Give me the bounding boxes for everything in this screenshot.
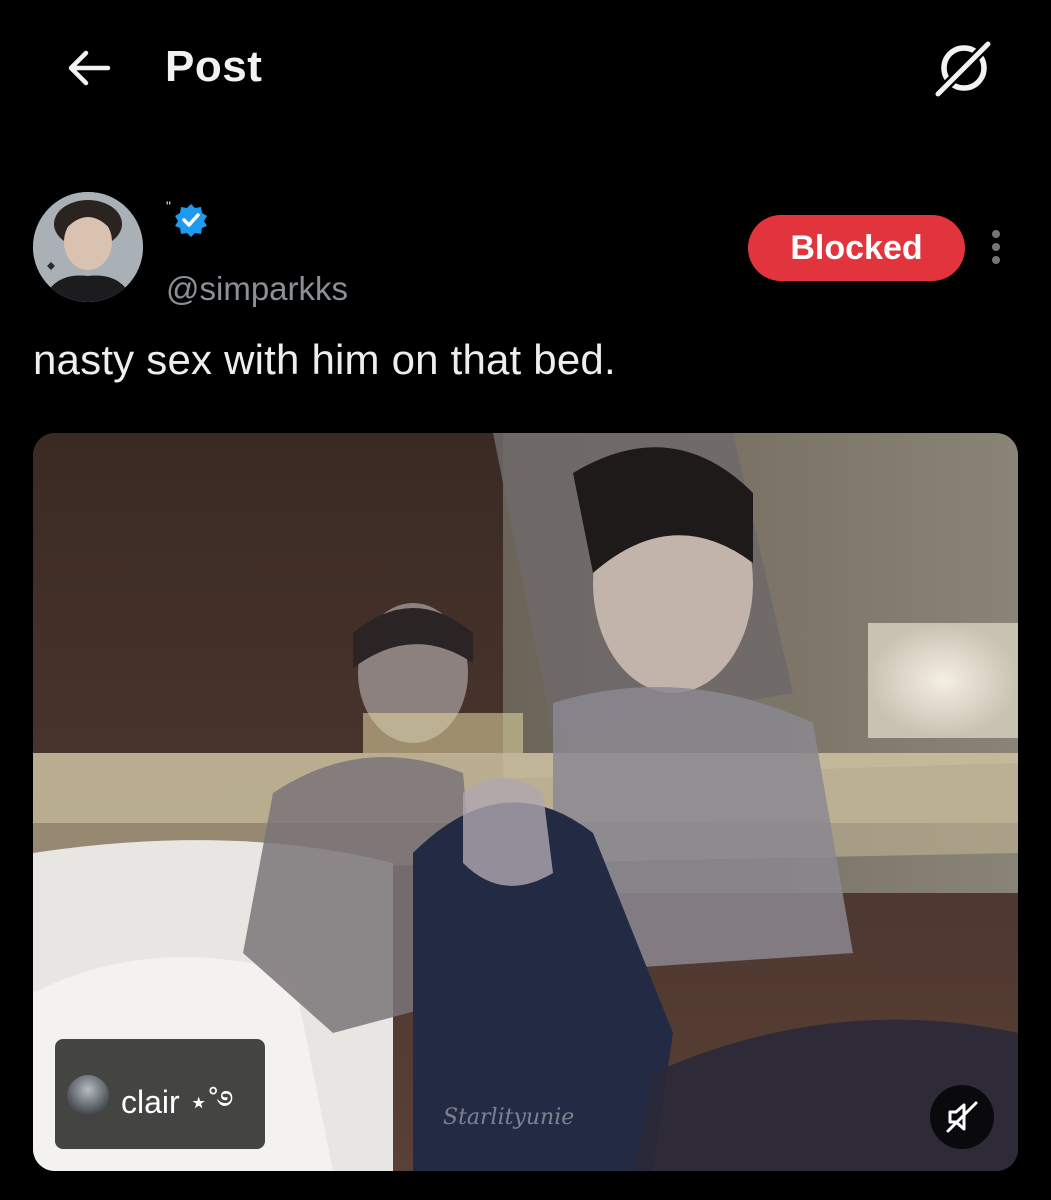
post-author: " @simparkks Blocked (33, 192, 1023, 307)
avatar[interactable] (33, 192, 143, 302)
tagged-user-avatar (67, 1075, 109, 1117)
more-options-button[interactable] (983, 222, 1009, 272)
top-bar: Post (0, 0, 1051, 135)
mute-toggle-button[interactable] (930, 1085, 994, 1149)
tagged-user-badge[interactable]: clair ⋆˚࿔ (55, 1039, 265, 1149)
blocked-button[interactable]: Blocked (748, 215, 965, 281)
arrow-left-icon (68, 50, 111, 86)
author-handle[interactable]: @simparkks (166, 270, 348, 308)
post-media-video[interactable]: clair ⋆˚࿔ Starlityunie (33, 433, 1018, 1171)
verified-badge-icon (175, 204, 207, 237)
page-title: Post (165, 42, 263, 91)
back-button[interactable] (60, 44, 116, 92)
volume-muted-icon (946, 1101, 978, 1133)
avatar-image (33, 192, 143, 302)
display-name: " (166, 198, 171, 214)
post-text: nasty sex with him on that bed. (33, 336, 616, 383)
video-watermark: Starlityunie (443, 1105, 575, 1130)
grok-button[interactable] (928, 36, 998, 101)
more-vertical-icon (992, 230, 1000, 238)
tagged-user-name: clair ⋆˚࿔ (121, 1084, 234, 1120)
grok-icon (931, 37, 995, 101)
